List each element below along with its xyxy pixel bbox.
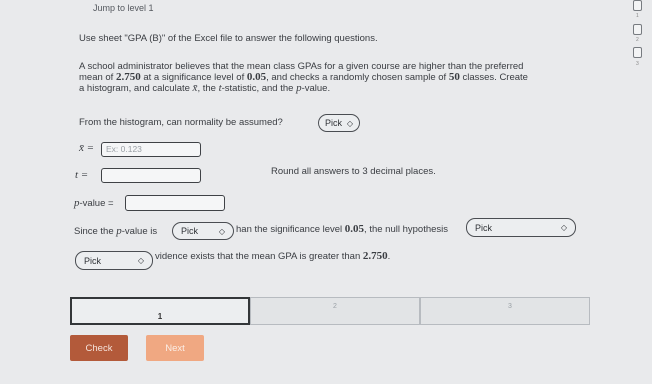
conclusion-evidence-text: vidence exists that the mean GPA is grea…	[155, 250, 390, 262]
conclusion-than-text: han the significance level 0.05, the nul…	[236, 223, 448, 235]
sample-size-value: 50	[448, 71, 460, 83]
level-tab-2[interactable]: 2	[250, 297, 420, 325]
chevron-updown-icon: ◇	[137, 256, 144, 265]
text-fragment: .	[387, 251, 391, 262]
next-button[interactable]: Next	[146, 335, 204, 361]
text-fragment: han the significance level	[236, 224, 345, 235]
alpha-value: 0.05	[246, 71, 267, 83]
preferred-mean-value: 2.750	[115, 71, 141, 83]
chevron-updown-icon: ◇	[346, 118, 353, 128]
rounding-note: Round all answers to 3 decimal places.	[271, 166, 436, 177]
text-fragment: -value is	[121, 226, 158, 237]
text-fragment: , and checks a randomly chosen sample of	[266, 72, 449, 83]
hypothesized-mean-value: 2.750	[362, 250, 388, 262]
xbar-placeholder: Ex: 0.123	[106, 144, 142, 154]
normality-select-label: Pick	[325, 118, 343, 128]
t-input[interactable]	[101, 168, 201, 183]
evidence-select-label: Pick	[84, 255, 102, 266]
xbar-label: x̄ =	[79, 142, 95, 154]
problem-statement: A school administrator believes that the…	[79, 61, 599, 94]
page-icon[interactable]	[633, 0, 642, 11]
text-fragment: -value =	[79, 198, 114, 209]
problem-line-1: A school administrator believes that the…	[79, 61, 524, 72]
chevron-updown-icon: ◇	[218, 226, 225, 236]
text-fragment: -statistic, and the	[221, 83, 297, 94]
jump-to-level-link[interactable]: Jump to level 1	[93, 3, 154, 13]
level-tab-label: 3	[508, 302, 512, 310]
level-tab-label: 1	[157, 311, 163, 321]
page-icon-number: 2	[636, 37, 639, 43]
page-icon[interactable]	[633, 47, 642, 58]
p-value-label: p-value =	[74, 197, 114, 209]
text-fragment: , the null hypothesis	[364, 224, 449, 235]
t-label: t =	[75, 169, 89, 181]
normality-question: From the histogram, can normality be ass…	[79, 117, 283, 128]
conclusion-since-text: Since the p-value is	[74, 225, 157, 237]
hypothesis-select-label: Pick	[475, 222, 493, 233]
evidence-select[interactable]: Pick ◇	[75, 251, 153, 270]
page-icon-number: 3	[636, 61, 639, 67]
problem-line-2: mean of 2.750 at a significance level of…	[79, 71, 599, 84]
text-fragment: classes. Create	[459, 72, 528, 83]
xbar-input[interactable]: Ex: 0.123	[101, 142, 201, 157]
text-fragment: Since the	[74, 226, 117, 237]
p-value-input[interactable]	[125, 195, 225, 211]
level-tab-label: 2	[333, 302, 337, 310]
alpha-value: 0.05	[344, 223, 365, 235]
check-button[interactable]: Check	[70, 335, 128, 361]
hypothesis-select[interactable]: Pick ◇	[466, 218, 576, 237]
page-icon[interactable]	[633, 24, 642, 35]
chevron-updown-icon: ◇	[560, 223, 567, 232]
normality-select[interactable]: Pick ◇	[318, 114, 360, 132]
text-fragment: a histogram, and calculate	[79, 83, 193, 94]
text-fragment: mean of	[79, 72, 116, 83]
text-fragment: -value.	[301, 83, 331, 94]
level-tab-1[interactable]: 1	[70, 297, 250, 325]
text-fragment: vidence exists that the mean GPA is grea…	[155, 251, 363, 262]
level-tab-3[interactable]: 3	[420, 297, 590, 325]
sheet-instructions: Use sheet "GPA (B)" of the Excel file to…	[79, 33, 378, 44]
text-fragment: , the	[197, 83, 219, 94]
comparison-select-label: Pick	[181, 226, 199, 236]
problem-line-3: a histogram, and calculate x̄, the t-sta…	[79, 83, 599, 95]
page-icon-number: 1	[636, 13, 639, 19]
comparison-select[interactable]: Pick ◇	[172, 222, 234, 240]
